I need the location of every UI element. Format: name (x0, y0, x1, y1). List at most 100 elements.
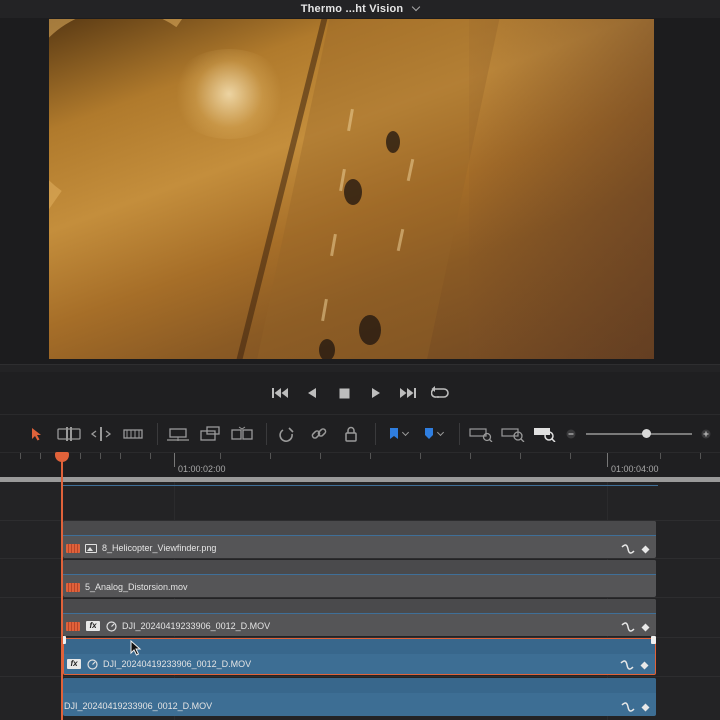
zoom-full-button[interactable] (468, 423, 493, 445)
lock-icon (345, 426, 358, 442)
zoom-slider[interactable] (585, 428, 692, 438)
zoom-detail-icon (501, 427, 525, 442)
curve-icon[interactable] (620, 660, 634, 670)
ruler-tick (660, 453, 661, 459)
minus-icon (566, 429, 576, 438)
toolbar-divider (265, 422, 267, 445)
clip-right-icons (621, 622, 650, 632)
chevron-down-icon[interactable] (412, 2, 421, 12)
fx-icon: fx (86, 621, 100, 631)
flag-button[interactable] (384, 423, 413, 445)
timeline-clip[interactable]: 5_Analog_Distorsion.mov (63, 560, 656, 597)
ruler-tick (520, 453, 521, 459)
clip-trim-handle-right[interactable] (651, 636, 656, 644)
zoom-in-button[interactable] (700, 423, 713, 445)
chevron-down-icon[interactable] (401, 428, 409, 436)
ruler-major-tick (607, 453, 608, 467)
marker-button[interactable] (420, 423, 449, 445)
timecode-ruler[interactable]: 01:00:02:00 01:00:04:00 (0, 452, 720, 478)
clip-header (64, 639, 655, 654)
selection-tool-button[interactable] (25, 423, 50, 445)
loop-button[interactable] (431, 384, 449, 402)
snap-icon (279, 426, 294, 442)
ruler-tick (700, 453, 701, 459)
keyframe-icon[interactable] (640, 661, 649, 670)
fusion-clip-icon (66, 621, 80, 631)
timeline-clip-selected[interactable]: fx DJI_20240419233906_0012_D.MOV (63, 638, 656, 675)
zoom-detail-button[interactable] (500, 423, 525, 445)
curve-icon[interactable] (621, 544, 635, 554)
play-button[interactable] (367, 384, 385, 402)
curve-icon[interactable] (621, 702, 635, 712)
replace-clip-icon (231, 426, 254, 440)
track-divider (0, 558, 720, 559)
stop-button[interactable] (335, 384, 353, 402)
marker-icon (425, 428, 434, 439)
ruler-tick (100, 453, 101, 459)
speed-gauge-icon (106, 620, 117, 632)
keyframe-icon[interactable] (641, 545, 650, 554)
go-to-start-button[interactable] (271, 384, 289, 402)
clip-name: DJI_20240419233906_0012_D.MOV (103, 659, 252, 669)
clip-right-icons (621, 544, 650, 554)
timeline-clip[interactable]: fx DJI_20240419233906_0012_D.MOV (63, 599, 656, 636)
clip-right-icons (620, 660, 649, 670)
play-icon (372, 388, 380, 398)
timeline-clip[interactable]: DJI_20240419233906_0012_D.MOV (63, 678, 656, 716)
overwrite-clip-button[interactable] (198, 423, 223, 445)
track-divider (0, 676, 720, 677)
ruler-tick (370, 453, 371, 459)
viewer-image-element (469, 19, 654, 359)
blade-tool-button[interactable] (121, 423, 146, 445)
zoom-slider-handle[interactable] (641, 428, 651, 438)
toolbar-divider (459, 422, 461, 445)
keyframe-icon[interactable] (641, 703, 650, 712)
ruler-tick (40, 453, 41, 459)
snapping-button[interactable] (275, 423, 300, 445)
dynamic-trim-icon (91, 426, 112, 441)
video-viewer[interactable] (49, 19, 654, 359)
viewer-image-element (319, 339, 335, 359)
speed-gauge-icon (87, 658, 98, 670)
loop-icon (431, 386, 449, 398)
zoom-custom-button[interactable] (532, 423, 557, 445)
play-reverse-icon (308, 388, 316, 398)
replace-clip-button[interactable] (230, 423, 255, 445)
ruler-tick (220, 453, 221, 459)
insert-clip-button[interactable] (166, 423, 191, 445)
project-title[interactable]: Thermo ...ht Vision (301, 3, 404, 15)
mouse-cursor-icon (130, 640, 142, 656)
fusion-clip-icon (66, 582, 80, 592)
ruler-tick (570, 453, 571, 459)
clip-waveform-line (63, 574, 656, 575)
go-to-end-button[interactable] (399, 384, 417, 402)
viewer-image-element (344, 179, 362, 205)
clip-waveform-line (63, 613, 656, 614)
position-lock-button[interactable] (339, 423, 364, 445)
skip-start-icon (272, 388, 288, 398)
clip-label-row: 5_Analog_Distorsion.mov (66, 580, 188, 594)
linked-selection-button[interactable] (307, 423, 332, 445)
play-reverse-button[interactable] (303, 384, 321, 402)
curve-icon[interactable] (621, 622, 635, 632)
keyframe-icon[interactable] (641, 623, 650, 632)
link-icon (311, 427, 327, 439)
clip-name: DJI_20240419233906_0012_D.MOV (122, 621, 271, 631)
clip-name: 5_Analog_Distorsion.mov (85, 582, 188, 592)
clip-label-row: 8_Helicopter_Viewfinder.png (66, 541, 216, 555)
clip-right-icons (621, 702, 650, 712)
chevron-down-icon[interactable] (437, 428, 445, 436)
transport-controls (0, 372, 720, 414)
clip-label-row: fx DJI_20240419233906_0012_D.MOV (67, 657, 251, 671)
ruler-tick (270, 453, 271, 459)
dynamic-trim-button[interactable] (89, 423, 114, 445)
playhead-line[interactable] (61, 460, 63, 720)
zoom-out-button[interactable] (564, 423, 577, 445)
ruler-tick (150, 453, 151, 459)
zoom-custom-icon (533, 427, 556, 442)
trim-tool-button[interactable] (57, 423, 82, 445)
timecode-label: 01:00:02:00 (178, 464, 226, 474)
audio-level-line (63, 485, 658, 486)
overwrite-clip-icon (200, 425, 221, 441)
timeline-clip[interactable]: 8_Helicopter_Viewfinder.png (63, 521, 656, 558)
